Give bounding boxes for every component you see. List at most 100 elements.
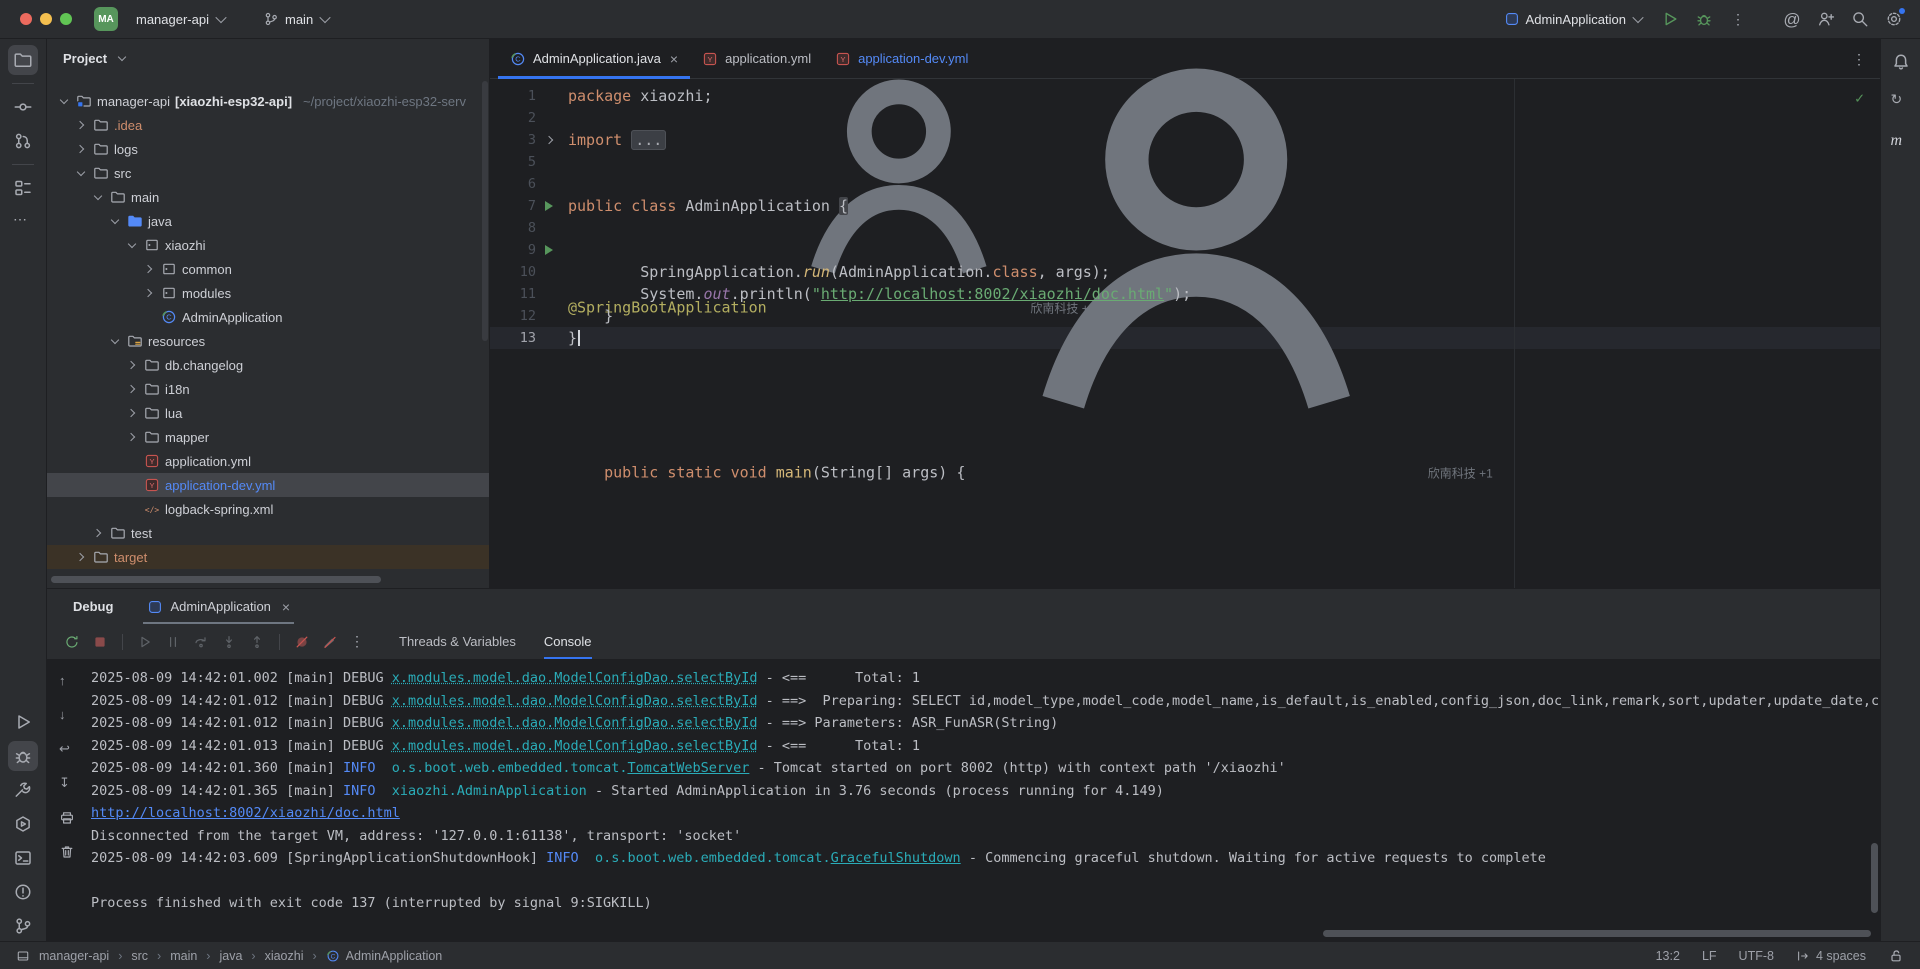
breadcrumb-item[interactable]: src [131, 949, 148, 963]
code-line[interactable]: 9 public static void main(String[] args)… [490, 239, 1880, 261]
more-toolwindow-button[interactable]: ⋯ [8, 207, 38, 237]
file-encoding[interactable]: UTF-8 [1739, 949, 1774, 963]
structure-toolwindow-button[interactable] [8, 173, 38, 203]
breadcrumb-item[interactable]: xiaozhi [265, 949, 304, 963]
no-edit-button[interactable] [317, 629, 343, 655]
close-icon[interactable]: × [282, 599, 290, 615]
more-options-button[interactable]: ⋮ [1724, 5, 1752, 33]
run-config-selector[interactable]: AdminApplication [1496, 7, 1650, 31]
debugger-tab-console[interactable]: Console [544, 624, 592, 659]
terminal-toolwindow-button[interactable] [8, 843, 38, 873]
tree-row[interactable]: .idea [47, 113, 489, 137]
run-line-icon[interactable] [545, 245, 553, 255]
chevron-icon[interactable] [142, 262, 156, 276]
pause-button[interactable] [160, 629, 186, 655]
debug-toolwindow-button[interactable] [8, 741, 38, 771]
chevron-icon[interactable] [125, 406, 139, 420]
pull-requests-toolwindow-button[interactable] [8, 126, 38, 156]
minimize-window-button[interactable] [40, 13, 52, 25]
tree-row[interactable]: </>logback-spring.xml [47, 497, 489, 521]
code-editor[interactable]: ✓ 1package xiaozhi;23import ...56@Spring… [490, 79, 1880, 588]
breadcrumb-item[interactable]: java [219, 949, 242, 963]
line-number[interactable]: 5 [490, 151, 536, 173]
maven-toolwindow-button[interactable]: m [1886, 127, 1916, 157]
line-number[interactable]: 1 [490, 85, 536, 107]
build-toolwindow-button[interactable] [8, 775, 38, 805]
project-switcher[interactable]: manager-api [128, 8, 233, 31]
indent-setting[interactable]: 4 spaces [1796, 949, 1866, 963]
window-icon[interactable] [16, 949, 30, 963]
line-ending[interactable]: LF [1702, 949, 1717, 963]
tree-row[interactable]: i18n [47, 377, 489, 401]
chevron-icon[interactable] [57, 94, 71, 108]
line-number[interactable]: 3 [490, 129, 536, 151]
step-out-button[interactable] [244, 629, 270, 655]
vertical-scrollbar[interactable] [1871, 843, 1878, 913]
services-toolwindow-button[interactable] [8, 809, 38, 839]
version-control-toolwindow-button[interactable] [8, 911, 38, 941]
rerun-button[interactable] [59, 629, 85, 655]
line-number[interactable]: 10 [490, 261, 536, 283]
line-number[interactable]: 7 [490, 195, 536, 217]
inspection-ok-icon[interactable]: ✓ [1855, 87, 1864, 109]
commit-toolwindow-button[interactable] [8, 92, 38, 122]
run-line-icon[interactable] [545, 201, 553, 211]
horizontal-scrollbar[interactable] [1323, 930, 1871, 937]
breadcrumb-item[interactable]: CAdminApplication [326, 949, 443, 963]
tree-row[interactable]: modules [47, 281, 489, 305]
console-link[interactable]: http://localhost:8002/xiaozhi/doc.html [91, 805, 400, 821]
ai-assistant-button[interactable]: @ [1778, 5, 1806, 33]
chevron-icon[interactable] [125, 382, 139, 396]
chevron-icon[interactable] [74, 550, 88, 564]
step-over-button[interactable] [188, 629, 214, 655]
settings-button[interactable] [1880, 5, 1908, 33]
window-controls[interactable] [20, 13, 72, 25]
unlock-icon[interactable] [1888, 948, 1904, 964]
scroll-end-button[interactable]: ↧ [54, 771, 80, 797]
tree-row[interactable]: db.changelog [47, 353, 489, 377]
project-panel-header[interactable]: Project [47, 39, 489, 77]
fold-icon[interactable] [543, 134, 555, 146]
tree-row[interactable]: main [47, 185, 489, 209]
chevron-icon[interactable] [74, 142, 88, 156]
breadcrumb-item[interactable]: manager-api [39, 949, 109, 963]
chevron-icon[interactable] [125, 358, 139, 372]
kebab-button[interactable]: ⋮ [345, 629, 371, 655]
breadcrumb-item[interactable]: main [170, 949, 197, 963]
tree-row[interactable]: mapper [47, 425, 489, 449]
mute-breakpoints-button[interactable] [289, 629, 315, 655]
line-number[interactable]: 6 [490, 173, 536, 195]
chevron-icon[interactable] [125, 430, 139, 444]
caret-position[interactable]: 13:2 [1656, 949, 1680, 963]
project-toolwindow-button[interactable] [8, 45, 38, 75]
zoom-window-button[interactable] [60, 13, 72, 25]
vertical-scrollbar[interactable] [482, 81, 488, 341]
resume-button[interactable] [132, 629, 158, 655]
code-line[interactable]: 11 System.out.println("http://localhost:… [490, 283, 1880, 305]
branch-widget[interactable]: main [255, 7, 337, 31]
line-number[interactable]: 11 [490, 283, 536, 305]
tree-row[interactable]: target [47, 545, 489, 569]
run-button[interactable] [1656, 5, 1684, 33]
tree-row[interactable]: Yapplication-dev.yml [47, 473, 489, 497]
debug-button[interactable] [1690, 5, 1718, 33]
trash-button[interactable] [54, 839, 80, 865]
tree-row[interactable]: lua [47, 401, 489, 425]
tree-row[interactable]: CAdminApplication [47, 305, 489, 329]
chevron-icon[interactable] [108, 334, 122, 348]
run-toolwindow-button[interactable] [8, 707, 38, 737]
tree-row[interactable]: logs [47, 137, 489, 161]
chevron-icon[interactable] [108, 214, 122, 228]
tree-row[interactable]: xiaozhi [47, 233, 489, 257]
line-number[interactable]: 13 [490, 327, 536, 349]
line-number[interactable]: 12 [490, 305, 536, 327]
line-number[interactable]: 9 [490, 239, 536, 261]
tree-row[interactable]: resources [47, 329, 489, 353]
tree-row[interactable]: manager-api [xiaozhi-esp32-api]~/project… [47, 89, 489, 113]
arrow-down-button[interactable]: ↓ [54, 703, 80, 729]
code-with-me-button[interactable] [1812, 5, 1840, 33]
tree-row[interactable]: src [47, 161, 489, 185]
tree-row[interactable]: test [47, 521, 489, 545]
notifications-toolwindow-button[interactable] [1886, 47, 1916, 77]
stop-button[interactable] [87, 629, 113, 655]
